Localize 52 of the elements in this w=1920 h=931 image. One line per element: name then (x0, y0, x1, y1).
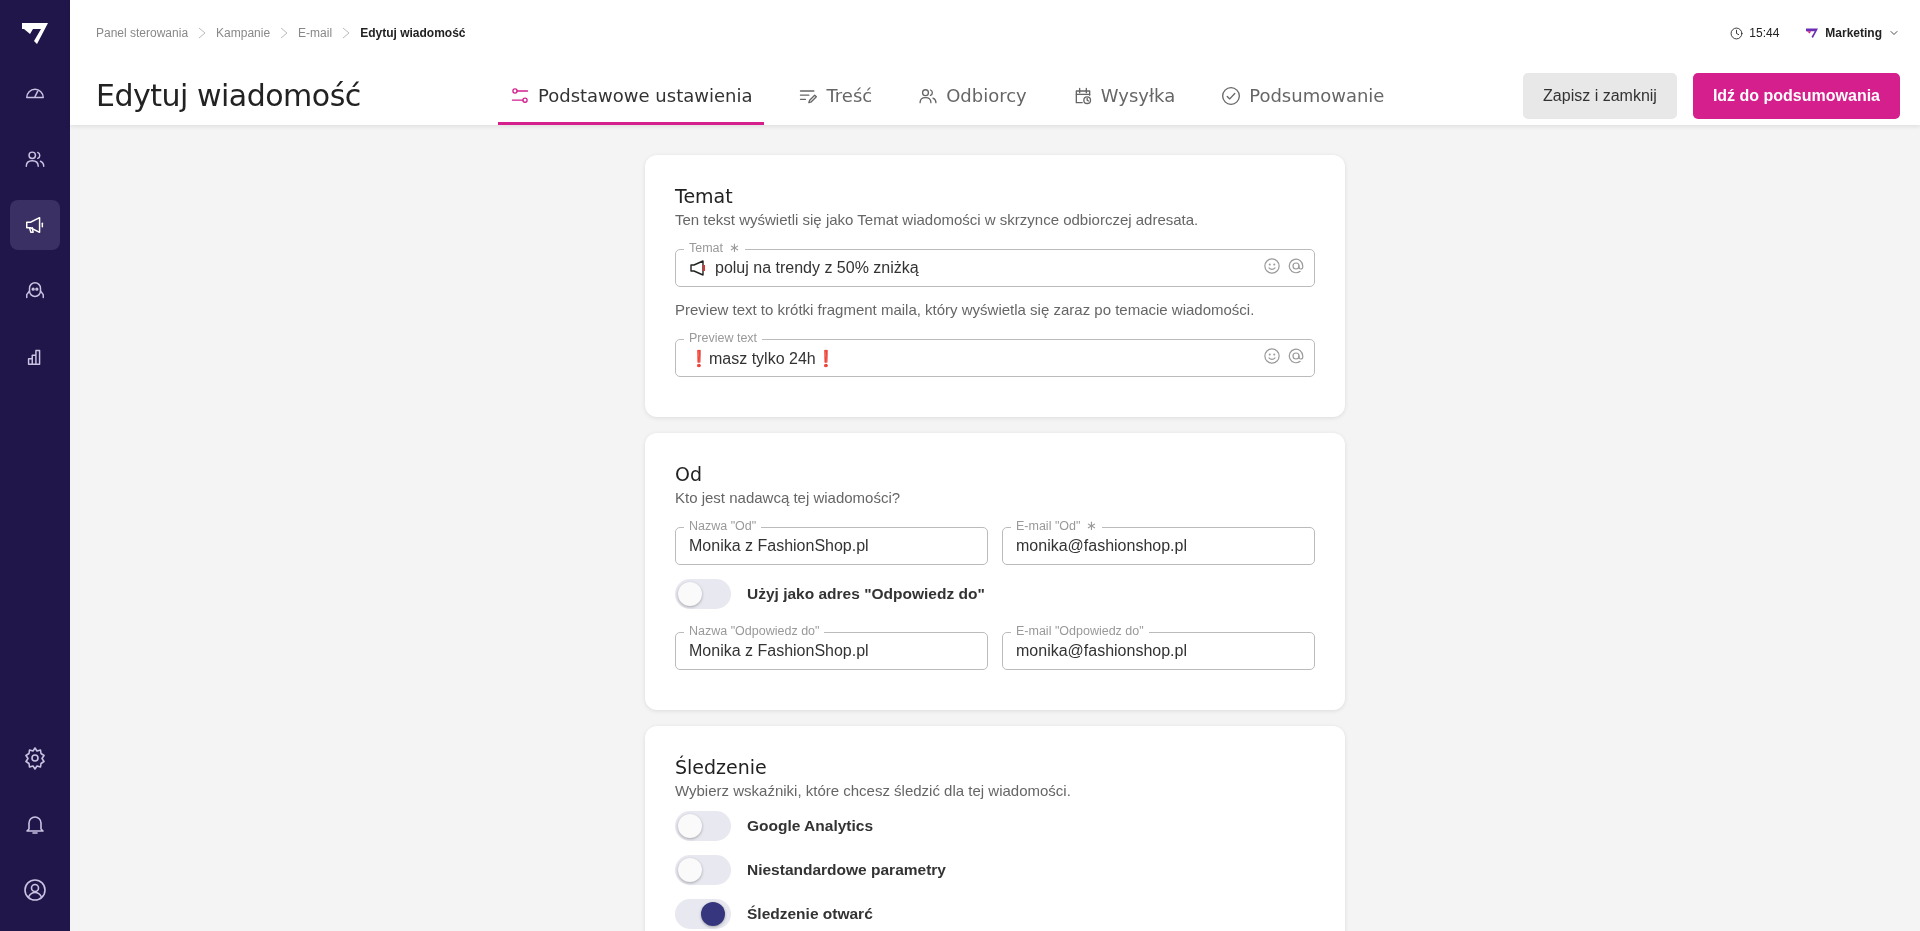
clock-icon (1730, 26, 1744, 40)
user-icon (23, 878, 47, 902)
sliders-icon (510, 85, 530, 106)
section-description: Wybierz wskaźniki, które chcesz śledzić dla tej wiadomości. (675, 782, 1072, 799)
section-title: Temat (675, 185, 734, 207)
toggle-switch[interactable] (675, 855, 731, 885)
helper-text: Preview text to krótki fragment maila, który wyświetla się zaraz po temacie wiadomości. (675, 301, 1256, 318)
section-title: Od (675, 463, 703, 485)
at-sign-icon (1287, 257, 1305, 275)
chevron-right-icon (198, 27, 207, 39)
tab[interactable]: Podstawowe ustawienia (498, 66, 765, 125)
save-close-button[interactable]: Zapisz i zamknij (1523, 72, 1677, 119)
toggle-label: Google Analytics (747, 817, 874, 835)
toggle-label: Użyj jako adres "Odpowiedz do" (747, 585, 985, 603)
sidebar-nav-item[interactable] (10, 200, 60, 250)
breadcrumb-link[interactable]: E-mail (298, 26, 333, 40)
tab[interactable]: Treść (786, 66, 885, 125)
section-description: Kto jest nadawcą tej wiadomości? (675, 489, 902, 506)
section-description: Ten tekst wyświetli się jako Temat wiadomości w skrzynce odbiorczej adresata. (675, 211, 1200, 228)
chevron-right-icon (342, 27, 351, 39)
toggle-label: Niestandardowe parametry (747, 861, 946, 879)
section-title: Śledzenie (675, 756, 768, 778)
logo-icon (1805, 27, 1820, 39)
page-title: Edytuj wiadomość (96, 78, 362, 113)
input-field[interactable]: E-mail "Odpowiedz do" monika@fashionshop.pl (1002, 623, 1315, 670)
go-to-summary-button[interactable]: Idź do podsumowania (1692, 72, 1900, 119)
toggle-switch[interactable] (675, 811, 731, 841)
megaphone-icon (24, 214, 46, 236)
input-field[interactable]: E-mail "Od" ∗ monika@fashionshop.pl (1002, 518, 1315, 565)
clock-time: 15:44 (1749, 26, 1780, 40)
account-name[interactable]: Marketing (1825, 26, 1882, 40)
tab[interactable]: Wysyłka (1060, 66, 1188, 125)
breadcrumb-current: Edytuj wiadomość (360, 26, 466, 40)
input-field[interactable]: Temat ∗ poluj na trendy z 50% zniżką (675, 240, 1315, 287)
logo-icon[interactable] (20, 20, 50, 46)
input-field[interactable]: Nazwa "Odpowiedz do" Monika z FashionShop.pl (675, 623, 988, 670)
toggle-switch[interactable] (675, 899, 731, 929)
tab[interactable]: Podsumowanie (1209, 66, 1397, 125)
toggle-label: Śledzenie otwarć (747, 905, 873, 923)
breadcrumb-link[interactable]: Kampanie (216, 26, 271, 40)
people-icon (24, 148, 46, 170)
chevron-right-icon (280, 27, 289, 39)
tab[interactable]: Odbiorcy (906, 66, 1039, 125)
at-sign-icon (1287, 347, 1305, 365)
input-field[interactable]: Nazwa "Od" Monika z FashionShop.pl (675, 518, 988, 565)
check-circle-icon (1221, 85, 1242, 106)
emoji-icon (1263, 257, 1281, 275)
breadcrumb-link[interactable]: Panel sterowania (96, 26, 189, 40)
toggle-switch[interactable] (675, 579, 731, 609)
input-field[interactable]: Preview text ❗masz tylko 24h❗ (675, 330, 1315, 377)
settings-icon (23, 746, 47, 770)
emoji-icon (1263, 347, 1281, 365)
